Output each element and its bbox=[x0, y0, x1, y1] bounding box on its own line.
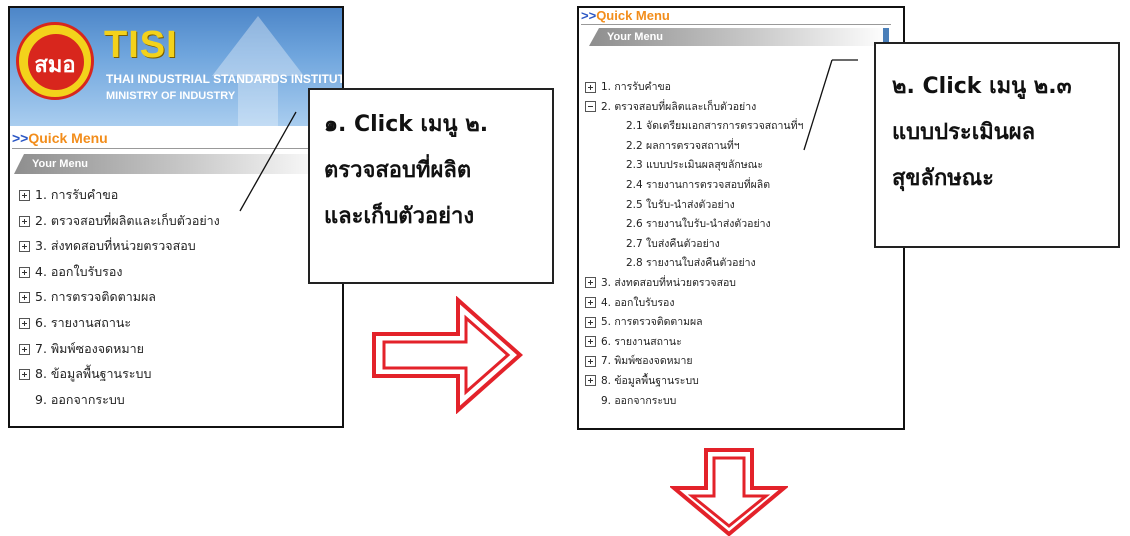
callout2-line2: แบบประเมินผล bbox=[892, 120, 1036, 145]
menu-item-3[interactable]: 3. ส่งทดสอบที่หน่วยตรวจสอบ bbox=[585, 276, 803, 296]
callout1-line3: และเก็บตัวอย่าง bbox=[324, 204, 475, 229]
plus-box-icon[interactable] bbox=[19, 190, 30, 201]
right-arrow-icon bbox=[372, 296, 524, 414]
menu-item-8[interactable]: 8. ข้อมูลพื้นฐานระบบ bbox=[19, 365, 220, 391]
plus-box-icon[interactable] bbox=[585, 81, 596, 93]
submenu-item-2-3[interactable]: 2.3 แบบประเมินผลสุขลักษณะ bbox=[585, 158, 803, 178]
menu-panel-before: สมอ TISI THAI INDUSTRIAL STANDARDS INSTI… bbox=[8, 6, 344, 428]
quick-menu-list: 1. การรับคำขอ 2. ตรวจสอบที่ผลิตและเก็บตั… bbox=[19, 186, 220, 416]
menu-item-9[interactable]: 9. ออกจากระบบ bbox=[19, 391, 220, 417]
quick-menu-list-expanded: 1. การรับคำขอ 2. ตรวจสอบที่ผลิตและเก็บตั… bbox=[585, 80, 803, 413]
plus-box-icon[interactable] bbox=[19, 343, 30, 355]
quick-menu-heading: >>Quick Menu bbox=[581, 8, 670, 23]
menu-item-6[interactable]: 6. รายงานสถานะ bbox=[19, 314, 220, 340]
quick-menu-underline bbox=[12, 148, 332, 149]
plus-box-icon[interactable] bbox=[19, 215, 30, 227]
submenu-item-2-4[interactable]: 2.4 รายงานการตรวจสอบที่ผลิต bbox=[585, 178, 803, 198]
submenu-item-2-7[interactable]: 2.7 ใบส่งคืนตัวอย่าง bbox=[585, 237, 803, 257]
menu-panel-after: >>Quick Menu Your Menu 1. การรับคำขอ 2. … bbox=[577, 6, 905, 430]
submenu-item-2-6[interactable]: 2.6 รายงานใบรับ-นำส่งตัวอย่าง bbox=[585, 217, 803, 237]
plus-box-icon[interactable] bbox=[19, 369, 30, 381]
emblem-abbrev: สมอ bbox=[34, 52, 76, 77]
instruction-callout-step2: ๒. Click เมนู ๒.๓ แบบประเมินผล สุขลักษณะ bbox=[874, 42, 1120, 248]
menu-item-5[interactable]: 5. การตรวจติดตามผล bbox=[19, 288, 220, 314]
menu-item-4[interactable]: 4. ออกใบรับรอง bbox=[19, 263, 220, 289]
plus-box-icon[interactable] bbox=[19, 241, 30, 253]
plus-box-icon[interactable] bbox=[585, 355, 596, 367]
down-arrow-icon bbox=[670, 448, 788, 536]
plus-box-icon[interactable] bbox=[585, 336, 596, 348]
submenu-item-2-1[interactable]: 2.1 จัดเตรียมเอกสารการตรวจสถานที่ฯ bbox=[585, 119, 803, 139]
submenu-item-2-8[interactable]: 2.8 รายงานใบส่งคืนตัวอย่าง bbox=[585, 256, 803, 276]
instruction-callout-step1: ๑. Click เมนู ๒. ตรวจสอบที่ผลิต และเก็บต… bbox=[308, 88, 554, 284]
callout1-line1: ๑. Click เมนู ๒. bbox=[324, 112, 489, 137]
callout2-line1: ๒. Click เมนู ๒.๓ bbox=[892, 74, 1072, 99]
institute-name: THAI INDUSTRIAL STANDARDS INSTITUTE bbox=[106, 72, 344, 86]
callout2-line3: สุขลักษณะ bbox=[892, 166, 994, 191]
menu-item-3[interactable]: 3. ส่งทดสอบที่หน่วยตรวจสอบ bbox=[19, 237, 220, 263]
your-menu-header: Your Menu bbox=[14, 154, 332, 174]
menu-item-1[interactable]: 1. การรับคำขอ bbox=[585, 80, 803, 100]
ministry-name: MINISTRY OF INDUSTRY bbox=[106, 90, 236, 102]
plus-box-icon[interactable] bbox=[585, 316, 596, 328]
submenu-item-2-2[interactable]: 2.2 ผลการตรวจสถานที่ฯ bbox=[585, 139, 803, 159]
menu-item-7[interactable]: 7. พิมพ์ซองจดหมาย bbox=[585, 354, 803, 374]
plus-box-icon[interactable] bbox=[585, 297, 596, 309]
menu-item-9[interactable]: 9. ออกจากระบบ bbox=[585, 394, 803, 414]
plus-box-icon[interactable] bbox=[585, 277, 596, 289]
callout1-line2: ตรวจสอบที่ผลิต bbox=[324, 158, 472, 183]
menu-item-2[interactable]: 2. ตรวจสอบที่ผลิตและเก็บตัวอย่าง bbox=[19, 212, 220, 238]
tisi-logo-banner: สมอ TISI THAI INDUSTRIAL STANDARDS INSTI… bbox=[10, 8, 344, 126]
quick-menu-heading: >>Quick Menu bbox=[12, 130, 108, 146]
quick-menu-underline bbox=[581, 24, 891, 25]
plus-box-icon[interactable] bbox=[19, 292, 30, 304]
menu-item-1[interactable]: 1. การรับคำขอ bbox=[19, 186, 220, 212]
menu-item-4[interactable]: 4. ออกใบรับรอง bbox=[585, 296, 803, 316]
plus-box-icon[interactable] bbox=[19, 317, 30, 329]
plus-box-icon[interactable] bbox=[585, 375, 596, 387]
menu-item-7[interactable]: 7. พิมพ์ซองจดหมาย bbox=[19, 340, 220, 366]
banner-arrow-decoration bbox=[212, 16, 304, 76]
menu-item-8[interactable]: 8. ข้อมูลพื้นฐานระบบ bbox=[585, 374, 803, 394]
menu-item-5[interactable]: 5. การตรวจติดตามผล bbox=[585, 315, 803, 335]
brand-title: TISI bbox=[104, 24, 178, 66]
submenu-item-2-5[interactable]: 2.5 ใบรับ-นำส่งตัวอย่าง bbox=[585, 198, 803, 218]
minus-box-icon[interactable] bbox=[585, 101, 596, 113]
menu-item-2[interactable]: 2. ตรวจสอบที่ผลิตและเก็บตัวอย่าง bbox=[585, 100, 803, 120]
plus-box-icon[interactable] bbox=[19, 266, 30, 278]
your-menu-header: Your Menu bbox=[589, 28, 889, 46]
tisi-emblem-icon: สมอ bbox=[16, 22, 94, 100]
menu-item-6[interactable]: 6. รายงานสถานะ bbox=[585, 335, 803, 355]
